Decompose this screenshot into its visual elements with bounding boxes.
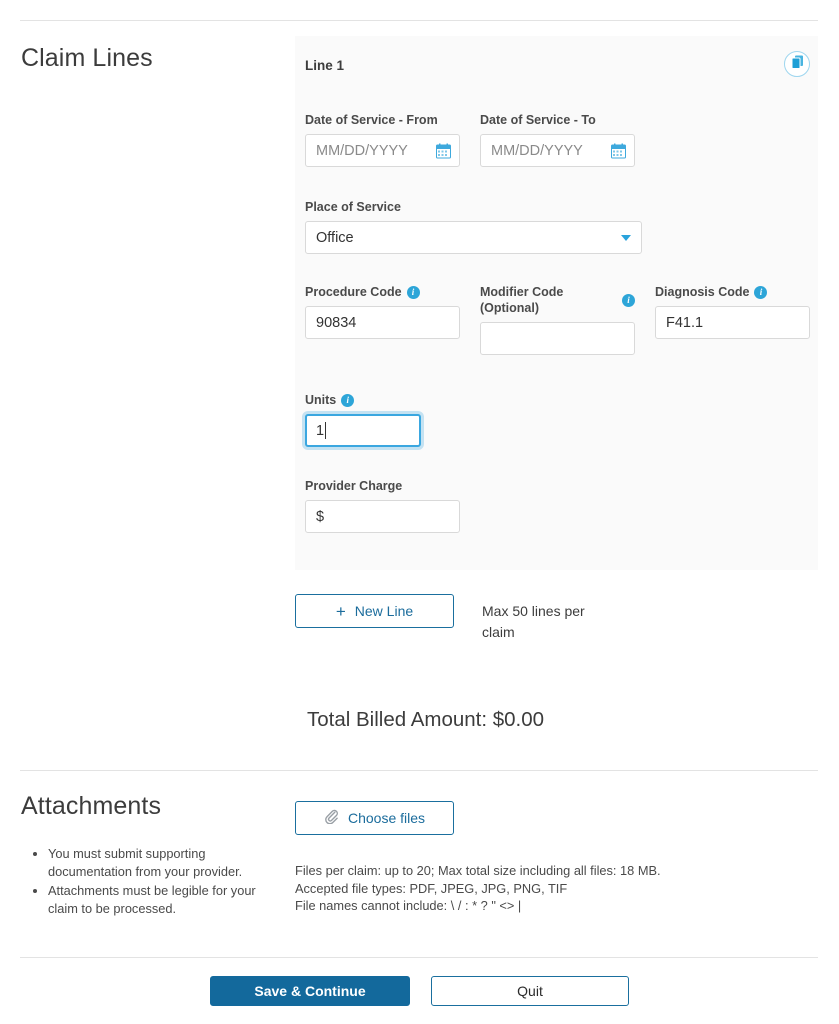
label-modifier-code: Modifier Code (Optional) i — [480, 284, 635, 316]
text-caret — [325, 422, 327, 439]
label-units-text: Units — [305, 393, 337, 407]
divider-actions — [20, 957, 818, 958]
place-of-service-select[interactable]: Office — [305, 221, 642, 254]
file-rule-line: Files per claim: up to 20; Max total siz… — [295, 863, 661, 878]
field-units: Units i 1 — [305, 392, 421, 447]
claim-lines-heading: Claim Lines — [21, 44, 153, 72]
diagnosis-code-input[interactable]: F41.1 — [655, 306, 810, 339]
label-modifier-code-text: Modifier Code (Optional) — [480, 285, 564, 315]
field-diagnosis-code: Diagnosis Code i F41.1 — [655, 284, 810, 339]
units-value: 1 — [316, 422, 325, 439]
field-procedure-code: Procedure Code i 90834 — [305, 284, 460, 339]
total-billed-amount: Total Billed Amount: $0.00 — [307, 708, 545, 731]
divider-attachments — [20, 770, 818, 771]
procedure-code-input[interactable]: 90834 — [305, 306, 460, 339]
quit-button[interactable]: Quit — [431, 976, 629, 1006]
label-diagnosis-code-text: Diagnosis Code — [655, 285, 750, 299]
units-input[interactable]: 1 — [305, 414, 421, 447]
field-modifier-code: Modifier Code (Optional) i — [480, 284, 635, 355]
new-line-button[interactable]: + New Line — [295, 594, 454, 628]
attachment-file-rules: Files per claim: up to 20; Max total siz… — [295, 862, 765, 915]
calendar-icon[interactable] — [436, 143, 451, 158]
claim-line-number-label: Line 1 — [305, 58, 345, 73]
field-provider-charge: Provider Charge $ — [305, 478, 460, 533]
modifier-code-input[interactable] — [480, 322, 635, 355]
file-rule-line: File names cannot include: \ / : * ? " <… — [295, 898, 522, 913]
info-icon[interactable]: i — [754, 285, 768, 299]
list-item: You must submit supporting documentation… — [48, 845, 274, 880]
label-provider-charge: Provider Charge — [305, 479, 403, 493]
list-item: Attachments must be legible for your cla… — [48, 882, 274, 917]
label-procedure-code: Procedure Code i — [305, 284, 460, 300]
max-lines-note: Max 50 lines per claim — [482, 603, 585, 640]
field-place-of-service: Place of Service Office — [305, 199, 642, 254]
info-icon[interactable]: i — [406, 285, 420, 299]
label-place-of-service: Place of Service — [305, 200, 401, 214]
attachments-heading: Attachments — [21, 792, 162, 820]
paperclip-icon — [324, 809, 339, 827]
divider-top — [20, 20, 818, 21]
label-date-of-service-from: Date of Service - From — [305, 113, 438, 127]
choose-files-button-label: Choose files — [347, 810, 426, 826]
label-units: Units i — [305, 392, 421, 408]
attachment-requirements-list: You must submit supporting documentation… — [24, 845, 274, 919]
label-date-of-service-to: Date of Service - To — [480, 113, 596, 127]
info-icon[interactable]: i — [622, 293, 635, 307]
field-date-of-service-to: Date of Service - To MM/DD/YYYY — [480, 112, 635, 167]
choose-files-button[interactable]: Choose files — [295, 801, 454, 835]
info-icon[interactable]: i — [341, 393, 355, 407]
copy-line-button[interactable] — [784, 51, 810, 77]
label-procedure-code-text: Procedure Code — [305, 285, 402, 299]
field-date-of-service-from: Date of Service - From MM/DD/YYYY — [305, 112, 460, 167]
copy-documents-icon — [791, 55, 804, 74]
place-of-service-value: Office — [316, 229, 354, 246]
provider-charge-input[interactable]: $ — [305, 500, 460, 533]
calendar-icon[interactable] — [611, 143, 626, 158]
claim-line-panel: Line 1 Date of Service - From MM/DD/YYYY — [295, 36, 818, 570]
new-line-button-label: New Line — [354, 603, 414, 619]
chevron-down-icon — [621, 234, 631, 241]
label-diagnosis-code: Diagnosis Code i — [655, 284, 810, 300]
save-and-continue-button[interactable]: Save & Continue — [210, 976, 410, 1006]
claim-form-page: Claim Lines Line 1 Date of Service - Fro… — [0, 0, 839, 1024]
plus-icon: + — [335, 601, 346, 621]
file-rule-line: Accepted file types: PDF, JPEG, JPG, PNG… — [295, 880, 568, 896]
